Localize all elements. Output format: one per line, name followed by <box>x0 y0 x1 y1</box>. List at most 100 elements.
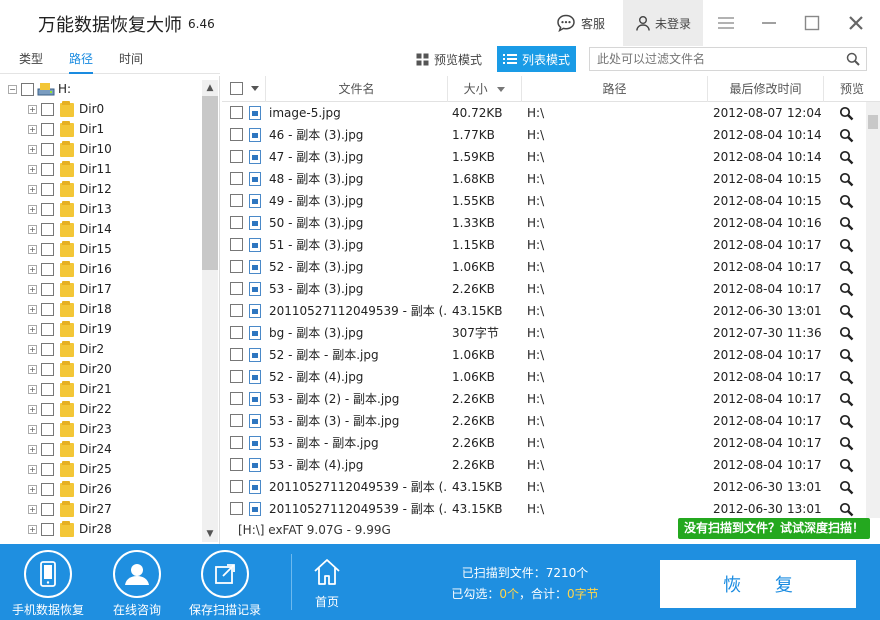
table-row[interactable]: 53 - 副本 (3) - 副本.jpg 2.26KB H:\ 2012-08-04 1… <box>222 410 862 432</box>
preview-magnifier-icon[interactable] <box>839 238 854 253</box>
expand-icon[interactable]: + <box>28 324 37 334</box>
minimize-button[interactable] <box>749 0 789 46</box>
preview-magnifier-icon[interactable] <box>839 172 854 187</box>
expand-icon[interactable]: + <box>28 424 37 434</box>
tab-path[interactable]: 路径 <box>69 50 94 74</box>
column-header-size[interactable]: 大小 <box>448 76 522 102</box>
table-row[interactable]: 47 - 副本 (3).jpg 1.59KB H:\ 2012-08-04 10:14 <box>222 146 862 168</box>
tree-item[interactable]: + Dir16 <box>28 259 112 279</box>
row-checkbox[interactable] <box>230 282 243 295</box>
tree-item[interactable]: + Dir26 <box>28 479 112 499</box>
tree-item-checkbox[interactable] <box>41 502 54 516</box>
expand-icon[interactable]: + <box>28 444 37 454</box>
table-row[interactable]: 53 - 副本 - 副本.jpg 2.26KB H:\ 2012-08-04 10:17 <box>222 432 862 454</box>
preview-magnifier-icon[interactable] <box>839 216 854 231</box>
expand-icon[interactable]: + <box>28 184 37 194</box>
table-row[interactable]: 52 - 副本 (3).jpg 1.06KB H:\ 2012-08-04 10:17 <box>222 256 862 278</box>
tree-item-checkbox[interactable] <box>41 362 54 376</box>
home-button[interactable]: 首页 <box>300 544 354 620</box>
table-row[interactable]: 50 - 副本 (3).jpg 1.33KB H:\ 2012-08-04 10:16 <box>222 212 862 234</box>
row-checkbox[interactable] <box>230 260 243 273</box>
preview-magnifier-icon[interactable] <box>839 304 854 319</box>
restore-button[interactable]: 恢 复 <box>660 560 856 608</box>
expand-icon[interactable]: + <box>28 264 37 274</box>
expand-icon[interactable]: + <box>28 124 37 134</box>
preview-magnifier-icon[interactable] <box>839 194 854 209</box>
expand-icon[interactable]: + <box>28 244 37 254</box>
customer-service-button[interactable]: 客服 <box>556 0 622 46</box>
tree-item-checkbox[interactable] <box>41 282 54 296</box>
tree-item-checkbox[interactable] <box>41 142 54 156</box>
search-icon[interactable] <box>846 52 860 66</box>
table-row[interactable]: 20110527112049539 - 副本 (... 43.15KB H:\ 201… <box>222 300 862 322</box>
tree-item[interactable]: + Dir15 <box>28 239 112 259</box>
table-row[interactable]: 52 - 副本 - 副本.jpg 1.06KB H:\ 2012-08-04 10:17 <box>222 344 862 366</box>
expand-icon[interactable]: + <box>28 504 37 514</box>
tree-item[interactable]: + Dir17 <box>28 279 112 299</box>
expand-icon[interactable]: + <box>28 484 37 494</box>
tree-item[interactable]: + Dir23 <box>28 419 112 439</box>
row-checkbox[interactable] <box>230 348 243 361</box>
tree-item-checkbox[interactable] <box>41 322 54 336</box>
row-checkbox[interactable] <box>230 414 243 427</box>
preview-magnifier-icon[interactable] <box>839 436 854 451</box>
tree-item[interactable]: + Dir0 <box>28 99 104 119</box>
tree-item[interactable]: + Dir28 <box>28 519 112 539</box>
row-checkbox[interactable] <box>230 392 243 405</box>
table-row[interactable]: bg - 副本 (3).jpg 307字节 H:\ 2012-07-30 11:36 <box>222 322 862 344</box>
table-row[interactable]: 53 - 副本 (4).jpg 2.26KB H:\ 2012-08-04 10:17 <box>222 454 862 476</box>
tree-item[interactable]: + Dir13 <box>28 199 112 219</box>
expand-icon[interactable]: + <box>28 344 37 354</box>
expand-icon[interactable]: + <box>28 204 37 214</box>
expand-icon[interactable]: + <box>28 384 37 394</box>
tree-scroll-thumb[interactable] <box>202 96 218 270</box>
preview-magnifier-icon[interactable] <box>839 502 854 517</box>
tree-item[interactable]: + Dir2 <box>28 339 104 359</box>
row-checkbox[interactable] <box>230 304 243 317</box>
table-row[interactable]: image-5.jpg 40.72KB H:\ 2012-08-07 12:04 <box>222 102 862 124</box>
preview-magnifier-icon[interactable] <box>839 128 854 143</box>
row-checkbox[interactable] <box>230 370 243 383</box>
tree-item[interactable]: + Dir18 <box>28 299 112 319</box>
preview-magnifier-icon[interactable] <box>839 414 854 429</box>
column-header-path[interactable]: 路径 <box>522 76 708 102</box>
expand-icon[interactable]: + <box>28 224 37 234</box>
expand-icon[interactable]: + <box>28 144 37 154</box>
row-checkbox[interactable] <box>230 128 243 141</box>
tree-item[interactable]: + Dir20 <box>28 359 112 379</box>
tree-item-checkbox[interactable] <box>41 402 54 416</box>
preview-magnifier-icon[interactable] <box>839 458 854 473</box>
expand-icon[interactable]: + <box>28 404 37 414</box>
caret-down-icon[interactable] <box>251 86 259 92</box>
column-header-modified[interactable]: 最后修改时间 <box>708 76 824 102</box>
preview-magnifier-icon[interactable] <box>839 106 854 121</box>
row-checkbox[interactable] <box>230 216 243 229</box>
table-row[interactable]: 51 - 副本 (3).jpg 1.15KB H:\ 2012-08-04 10:17 <box>222 234 862 256</box>
tree-item-checkbox[interactable] <box>41 302 54 316</box>
tree-item-checkbox[interactable] <box>41 342 54 356</box>
row-checkbox[interactable] <box>230 502 243 515</box>
tree-item-checkbox[interactable] <box>41 102 54 116</box>
file-list-scroll-thumb[interactable] <box>868 115 878 129</box>
tree-item[interactable]: + Dir1 <box>28 119 104 139</box>
table-row[interactable]: 20110527112049539 - 副本 (... 43.15KB H:\ 201… <box>222 476 862 498</box>
tree-root-drive[interactable]: − H: <box>8 79 71 99</box>
save-scan-button[interactable]: 保存扫描记录 <box>180 544 270 620</box>
tree-item-checkbox[interactable] <box>41 262 54 276</box>
phone-recovery-button[interactable]: 手机数据恢复 <box>3 544 93 620</box>
preview-magnifier-icon[interactable] <box>839 392 854 407</box>
filename-filter-input[interactable] <box>590 48 840 70</box>
tree-item-checkbox[interactable] <box>41 162 54 176</box>
row-checkbox[interactable] <box>230 458 243 471</box>
row-checkbox[interactable] <box>230 106 243 119</box>
row-checkbox[interactable] <box>230 194 243 207</box>
preview-magnifier-icon[interactable] <box>839 326 854 341</box>
table-row[interactable]: 49 - 副本 (3).jpg 1.55KB H:\ 2012-08-04 10:15 <box>222 190 862 212</box>
tree-scroll-down-icon[interactable]: ▼ <box>202 526 218 542</box>
tree-item-checkbox[interactable] <box>41 422 54 436</box>
maximize-button[interactable] <box>792 0 832 46</box>
expand-icon[interactable]: + <box>28 524 37 534</box>
table-row[interactable]: 53 - 副本 (2) - 副本.jpg 2.26KB H:\ 2012-08-04 1… <box>222 388 862 410</box>
preview-magnifier-icon[interactable] <box>839 348 854 363</box>
tree-item[interactable]: + Dir11 <box>28 159 112 179</box>
